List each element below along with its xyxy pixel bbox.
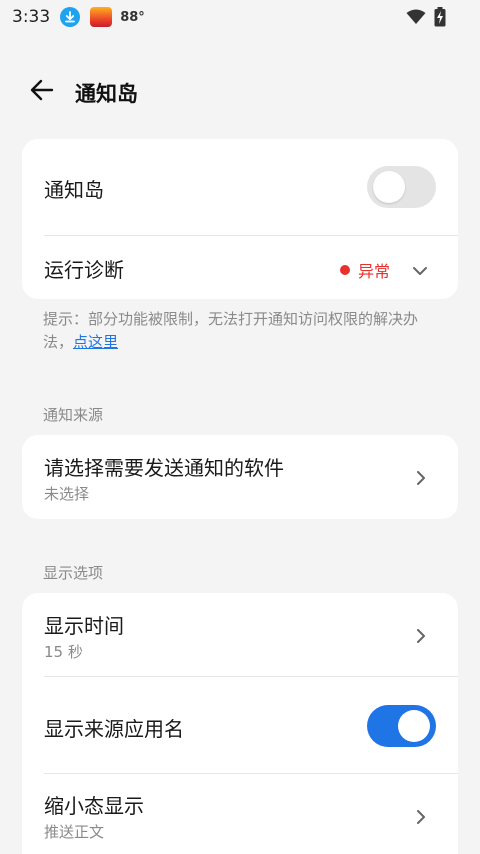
show-app-name-row[interactable]: 显示来源应用名 (22, 677, 458, 774)
section-label-source: 通知来源 (43, 406, 104, 424)
display-time-value: 15 秒 (44, 643, 83, 661)
status-bar: 3:33 88° (0, 0, 480, 34)
notification-island-toggle-row[interactable]: 通知岛 (22, 139, 458, 236)
chevron-right-icon (414, 628, 428, 643)
arrow-left-icon (30, 79, 54, 105)
chevron-right-icon (414, 470, 428, 485)
run-diagnosis-label: 运行诊断 (44, 258, 124, 282)
section-label-display: 显示选项 (43, 564, 104, 582)
compact-display-row[interactable]: 缩小态显示 推送正文 (22, 774, 458, 854)
display-time-label: 显示时间 (44, 614, 124, 638)
toggle-knob (373, 171, 405, 203)
error-dot-icon (339, 265, 350, 275)
status-time: 3:33 (12, 7, 51, 27)
notification-island-toggle[interactable] (367, 166, 436, 208)
select-apps-value: 未选择 (44, 485, 90, 503)
select-apps-row[interactable]: 请选择需要发送通知的软件 未选择 (22, 435, 458, 519)
top-app-bar: 通知岛 (0, 68, 480, 116)
status-temperature: 88° (120, 9, 145, 25)
run-diagnosis-row[interactable]: 运行诊断 异常 (22, 236, 458, 299)
display-options-card: 显示时间 15 秒 显示来源应用名 缩小态显示 推送正文 (22, 593, 458, 854)
download-icon (60, 7, 81, 27)
display-time-row[interactable]: 显示时间 15 秒 (22, 593, 458, 677)
toggle-knob (398, 710, 430, 742)
wifi-icon (406, 9, 426, 29)
chevron-down-icon[interactable] (412, 262, 428, 275)
show-app-name-label: 显示来源应用名 (44, 717, 184, 741)
page-title: 通知岛 (75, 82, 138, 106)
battery-charging-icon (434, 7, 446, 31)
app-notification-icon (90, 7, 113, 27)
compact-display-value: 推送正文 (44, 823, 105, 841)
diagnosis-status: 异常 (339, 258, 390, 282)
chevron-right-icon (414, 809, 428, 824)
notification-island-label: 通知岛 (44, 178, 104, 202)
permission-hint: 提示：部分功能被限制，无法打开通知访问权限的解决办法，点这里 (43, 308, 443, 354)
diagnosis-status-text: 异常 (357, 262, 390, 281)
main-settings-card: 通知岛 运行诊断 异常 (22, 139, 458, 299)
compact-display-label: 缩小态显示 (44, 794, 144, 818)
hint-link[interactable]: 点这里 (73, 333, 118, 351)
select-apps-label: 请选择需要发送通知的软件 (44, 456, 284, 480)
source-card: 请选择需要发送通知的软件 未选择 (22, 435, 458, 519)
back-button[interactable] (26, 78, 58, 106)
show-app-name-toggle[interactable] (367, 705, 436, 747)
